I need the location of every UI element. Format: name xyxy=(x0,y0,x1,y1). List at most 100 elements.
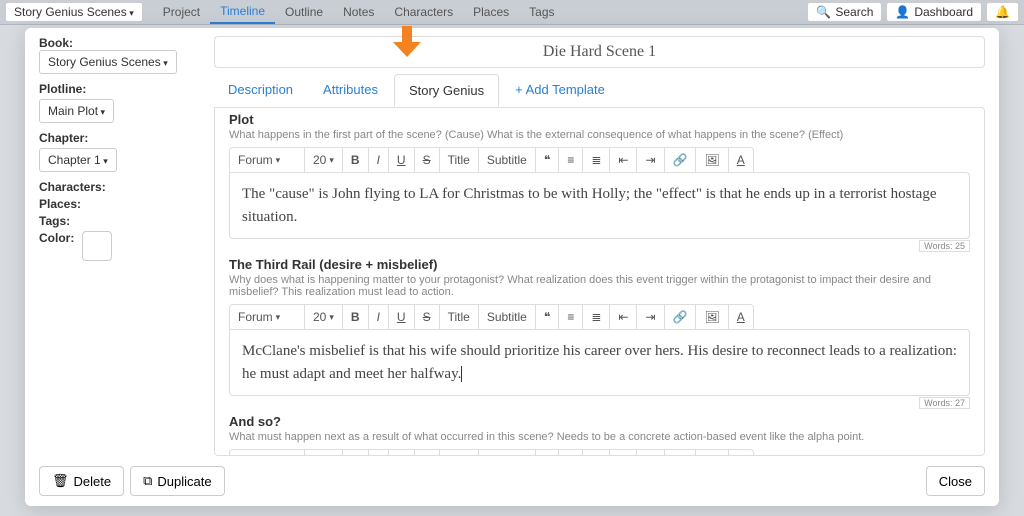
subtitle-button[interactable]: Subtitle xyxy=(479,450,536,456)
nav-tab-project[interactable]: Project xyxy=(153,1,210,23)
copy-icon: ⧉ xyxy=(143,473,152,489)
quote-button[interactable]: ❝ xyxy=(536,148,559,172)
section-plot: Plot What happens in the first part of t… xyxy=(229,112,970,239)
strike-button[interactable]: S xyxy=(415,305,440,329)
nav-tab-characters[interactable]: Characters xyxy=(384,1,463,23)
top-nav: Story Genius Scenes Project Timeline Out… xyxy=(0,0,1024,25)
plotline-label: Plotline: xyxy=(39,82,204,96)
size-select[interactable]: 20 xyxy=(305,450,343,456)
tab-story-genius[interactable]: Story Genius xyxy=(394,74,499,107)
chapter-label: Chapter: xyxy=(39,131,204,145)
editor-third-rail[interactable]: McClane's misbelief is that his wife sho… xyxy=(229,329,970,396)
strike-button[interactable]: S xyxy=(415,148,440,172)
list-ul-button[interactable]: ≣ xyxy=(583,305,610,329)
image-button[interactable]: 🖼 xyxy=(696,305,728,329)
indent-button[interactable]: ⇥ xyxy=(637,450,664,456)
font-select[interactable]: Forum xyxy=(230,305,305,329)
notification-button[interactable]: 🔔 xyxy=(986,2,1019,22)
section-and-so: And so? What must happen next as a resul… xyxy=(229,414,970,456)
tab-description[interactable]: Description xyxy=(214,74,307,107)
link-button[interactable]: 🔗 xyxy=(665,450,697,456)
right-panel: Die Hard Scene 1 Description Attributes … xyxy=(214,36,999,456)
list-ol-button[interactable]: ≡ xyxy=(559,148,583,172)
italic-button[interactable]: I xyxy=(369,450,389,456)
search-button[interactable]: 🔍Search xyxy=(807,2,882,22)
color-button[interactable]: A xyxy=(729,305,753,329)
link-button[interactable]: 🔗 xyxy=(665,305,697,329)
outdent-button[interactable]: ⇤ xyxy=(610,305,637,329)
word-count: Words: 25 xyxy=(919,240,970,252)
size-select[interactable]: 20 xyxy=(305,148,343,172)
modal-footer: 🗑Delete ⧉Duplicate Close xyxy=(25,456,999,506)
title-button[interactable]: Title xyxy=(440,148,479,172)
nav-tab-tags[interactable]: Tags xyxy=(519,1,564,23)
plotline-select[interactable]: Main Plot xyxy=(39,99,114,123)
delete-button[interactable]: 🗑Delete xyxy=(39,466,124,496)
image-button[interactable]: 🖼 xyxy=(696,450,728,456)
link-button[interactable]: 🔗 xyxy=(665,148,697,172)
indent-button[interactable]: ⇥ xyxy=(637,305,664,329)
color-swatch[interactable] xyxy=(82,231,112,261)
outdent-button[interactable]: ⇤ xyxy=(610,450,637,456)
bold-button[interactable]: B xyxy=(343,450,369,456)
quote-button[interactable]: ❝ xyxy=(536,305,559,329)
underline-button[interactable]: U xyxy=(389,305,415,329)
scene-tabs: Description Attributes Story Genius + Ad… xyxy=(214,74,985,108)
book-label: Book: xyxy=(39,36,73,50)
content-scroll[interactable]: Plot What happens in the first part of t… xyxy=(214,107,985,456)
trash-icon: 🗑 xyxy=(52,473,69,489)
list-ul-button[interactable]: ≣ xyxy=(583,148,610,172)
left-panel: Book: Story Genius Scenes Plotline: Main… xyxy=(39,36,214,456)
scene-title[interactable]: Die Hard Scene 1 xyxy=(214,36,985,68)
rte-toolbar: Forum 20 B I U S Title Subtitle ❝ ≡ ≣ ⇤ … xyxy=(229,449,754,456)
title-button[interactable]: Title xyxy=(440,450,479,456)
color-button[interactable]: A xyxy=(729,148,753,172)
font-select[interactable]: Forum xyxy=(230,450,305,456)
list-ul-button[interactable]: ≣ xyxy=(583,450,610,456)
indent-button[interactable]: ⇥ xyxy=(637,148,664,172)
nav-tab-places[interactable]: Places xyxy=(463,1,519,23)
tab-add-template[interactable]: + Add Template xyxy=(501,74,619,107)
chapter-select[interactable]: Chapter 1 xyxy=(39,148,117,172)
rte-toolbar: Forum 20 B I U S Title Subtitle ❝ ≡ ≣ ⇤ … xyxy=(229,147,754,172)
tags-label: Tags: xyxy=(39,214,204,228)
scene-modal: Book: Story Genius Scenes Plotline: Main… xyxy=(25,28,999,506)
user-icon: 👤 xyxy=(895,5,910,19)
outdent-button[interactable]: ⇤ xyxy=(610,148,637,172)
underline-button[interactable]: U xyxy=(389,148,415,172)
book-select[interactable]: Story Genius Scenes xyxy=(39,50,177,74)
bold-button[interactable]: B xyxy=(343,305,369,329)
characters-label: Characters: xyxy=(39,180,204,194)
subtitle-button[interactable]: Subtitle xyxy=(479,148,536,172)
font-select[interactable]: Forum xyxy=(230,148,305,172)
dashboard-button[interactable]: 👤Dashboard xyxy=(886,2,982,22)
subtitle-button[interactable]: Subtitle xyxy=(479,305,536,329)
nav-tab-notes[interactable]: Notes xyxy=(333,1,384,23)
image-button[interactable]: 🖼 xyxy=(696,148,728,172)
size-select[interactable]: 20 xyxy=(305,305,343,329)
nav-tab-timeline[interactable]: Timeline xyxy=(210,0,275,24)
editor-plot[interactable]: The "cause" is John flying to LA for Chr… xyxy=(229,172,970,239)
tab-attributes[interactable]: Attributes xyxy=(309,74,392,107)
list-ol-button[interactable]: ≡ xyxy=(559,305,583,329)
search-icon: 🔍 xyxy=(816,5,831,19)
close-button[interactable]: Close xyxy=(926,466,985,496)
section-third-rail: The Third Rail (desire + misbelief) Why … xyxy=(229,257,970,396)
quote-button[interactable]: ❝ xyxy=(536,450,559,456)
field-title: Plot xyxy=(229,112,970,127)
nav-tab-outline[interactable]: Outline xyxy=(275,1,333,23)
duplicate-button[interactable]: ⧉Duplicate xyxy=(130,466,225,496)
strike-button[interactable]: S xyxy=(415,450,440,456)
list-ol-button[interactable]: ≡ xyxy=(559,450,583,456)
bold-button[interactable]: B xyxy=(343,148,369,172)
color-button[interactable]: A xyxy=(729,450,753,456)
underline-button[interactable]: U xyxy=(389,450,415,456)
title-button[interactable]: Title xyxy=(440,305,479,329)
project-dropdown[interactable]: Story Genius Scenes xyxy=(5,2,143,22)
field-title: The Third Rail (desire + misbelief) xyxy=(229,257,970,272)
field-help: Why does what is happening matter to you… xyxy=(229,274,970,298)
italic-button[interactable]: I xyxy=(369,305,389,329)
word-count: Words: 27 xyxy=(919,397,970,409)
bell-icon: 🔔 xyxy=(995,5,1010,19)
italic-button[interactable]: I xyxy=(369,148,389,172)
